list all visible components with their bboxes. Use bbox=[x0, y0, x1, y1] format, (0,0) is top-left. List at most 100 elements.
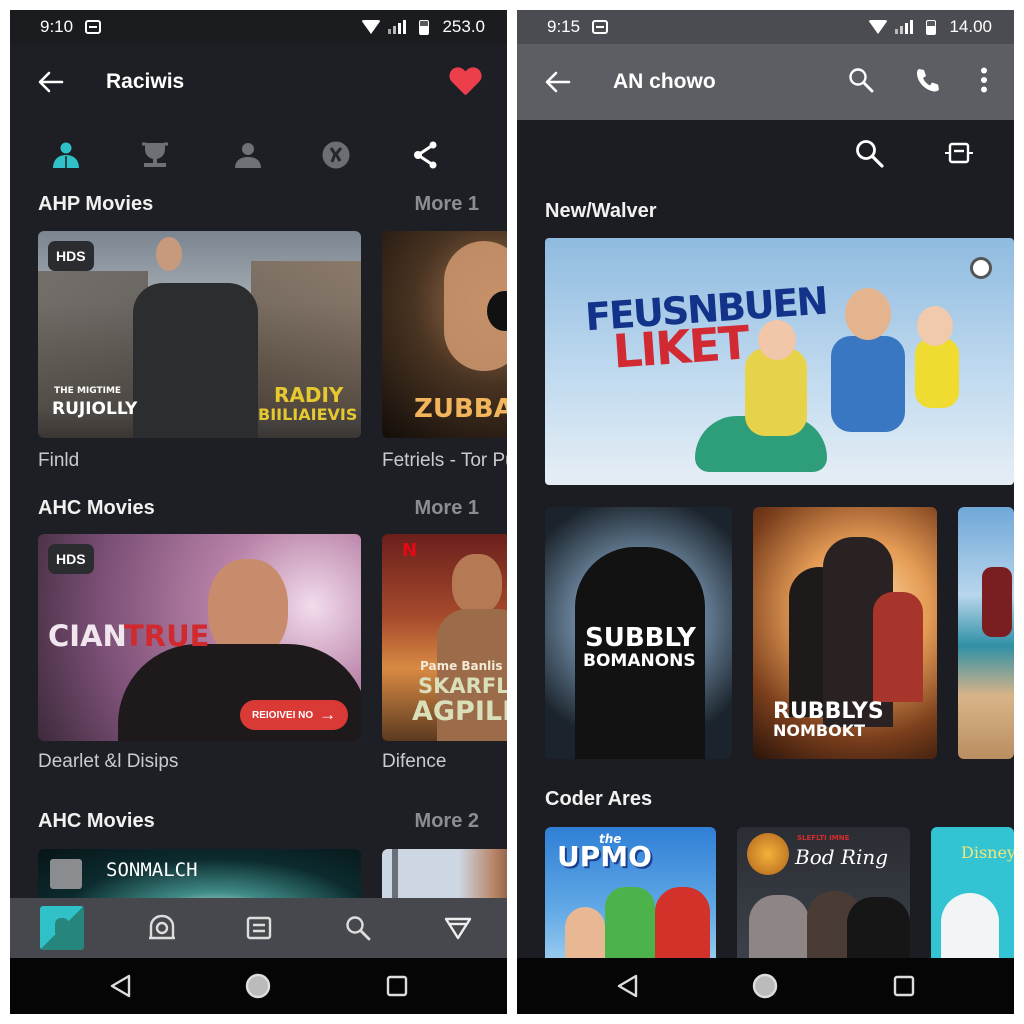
triangle-back-icon bbox=[110, 974, 131, 998]
poster-tagline: SLEFLTI IMNE bbox=[797, 834, 850, 842]
toolbar-secondary bbox=[854, 138, 974, 173]
movie-poster[interactable]: HDS THE MIGTIME RUJIOLLY RADIY BIILIAIEV… bbox=[38, 231, 361, 438]
movie-poster[interactable]: SLEFLTI IMNE Bod Ring bbox=[737, 827, 910, 967]
system-back-button[interactable] bbox=[106, 972, 134, 1000]
more-link[interactable]: More 2 bbox=[415, 810, 479, 833]
poster-figure bbox=[749, 895, 809, 967]
section-title: AHC Movies bbox=[38, 497, 155, 519]
section-header: AHC Movies More 2 bbox=[38, 810, 479, 833]
system-recents-button[interactable] bbox=[890, 972, 918, 1000]
tab-person[interactable] bbox=[231, 138, 265, 172]
status-indicators: 253.0 bbox=[361, 17, 485, 37]
poster-moon bbox=[747, 833, 789, 875]
section-header: AHP Movies More 1 bbox=[38, 193, 479, 216]
movie-poster[interactable]: ZUBBALIA bbox=[382, 231, 507, 438]
movie-poster[interactable]: HDS CIAN TRUE REIOIVEI NO → bbox=[38, 534, 361, 741]
arrow-left-icon bbox=[38, 71, 64, 93]
movie-poster[interactable] bbox=[958, 507, 1014, 759]
system-home-button[interactable] bbox=[751, 972, 779, 1000]
system-home-button[interactable] bbox=[244, 972, 272, 1000]
square-recents-icon bbox=[386, 975, 408, 997]
poster-title: BIILIAIEVIS bbox=[258, 405, 358, 424]
watch-now-button[interactable]: REIOIVEI NO → bbox=[240, 700, 348, 730]
arrow-right-icon: → bbox=[319, 705, 337, 724]
nav-camera[interactable] bbox=[142, 908, 182, 948]
banner-title: LIKET bbox=[611, 315, 750, 379]
nav-filter[interactable] bbox=[438, 908, 478, 948]
poster-title: UPMO bbox=[557, 840, 652, 873]
tab-badge[interactable] bbox=[319, 138, 353, 172]
system-recents-button[interactable] bbox=[383, 972, 411, 1000]
poster-title: TRUE bbox=[124, 619, 210, 653]
poster-title: SONMALCH bbox=[106, 859, 198, 881]
app-bar: AN chowo bbox=[517, 44, 1014, 120]
section-header: New/Walver bbox=[545, 200, 986, 223]
more-link[interactable]: More 1 bbox=[415, 497, 479, 520]
quality-badge: HDS bbox=[48, 241, 94, 271]
poster-character bbox=[941, 893, 999, 967]
wifi-icon bbox=[361, 20, 382, 34]
status-time: 9:10 bbox=[40, 17, 74, 36]
movie-poster[interactable]: N Pame Banlis SKARFLE AGPILL bbox=[382, 534, 507, 741]
poster-caption: Finld bbox=[38, 450, 80, 471]
search-button[interactable] bbox=[854, 138, 884, 173]
wifi-icon bbox=[868, 20, 889, 34]
status-value: 253.0 bbox=[442, 17, 485, 36]
filter-icon bbox=[444, 917, 472, 940]
back-button[interactable] bbox=[10, 71, 70, 93]
tab-people[interactable] bbox=[49, 138, 83, 172]
section-title: New/Walver bbox=[545, 200, 657, 222]
nav-search[interactable] bbox=[338, 908, 378, 948]
favorite-button[interactable] bbox=[449, 68, 481, 96]
quality-badge: HDS bbox=[48, 544, 94, 574]
search-button[interactable] bbox=[848, 67, 874, 98]
banner-figure-face bbox=[845, 288, 891, 340]
movie-poster[interactable]: SUBBLY BOMANONS bbox=[545, 507, 732, 759]
search-icon bbox=[856, 140, 884, 168]
signal-icon bbox=[895, 20, 914, 34]
poster-title: RUBBLYS bbox=[773, 699, 884, 724]
netflix-logo-icon: N bbox=[402, 540, 418, 561]
section-title: AHC Movies bbox=[38, 810, 155, 832]
circle-home-icon bbox=[245, 973, 271, 999]
bottom-nav bbox=[10, 898, 507, 958]
battery-icon bbox=[926, 19, 937, 35]
tab-share[interactable] bbox=[409, 138, 443, 172]
nav-list[interactable] bbox=[239, 908, 279, 948]
movie-poster[interactable]: RUBBLYS NOMBOKT bbox=[753, 507, 937, 759]
more-link[interactable]: More 1 bbox=[415, 193, 479, 216]
call-button[interactable] bbox=[914, 67, 940, 98]
poster-title: Bod Ring bbox=[795, 845, 889, 869]
system-nav-bar bbox=[517, 958, 1014, 1014]
section-header: Coder Ares bbox=[545, 788, 986, 811]
overflow-menu-button[interactable] bbox=[980, 67, 988, 98]
square-recents-icon bbox=[893, 975, 915, 997]
movie-poster[interactable]: Disney bbox=[931, 827, 1014, 967]
tab-trophy[interactable] bbox=[138, 138, 172, 172]
cast-button[interactable] bbox=[944, 142, 974, 169]
featured-banner[interactable]: FEUSNBUEN LIKET bbox=[545, 238, 1014, 485]
poster-title: Disney bbox=[961, 843, 1014, 862]
status-indicators: 14.00 bbox=[868, 17, 992, 37]
back-button[interactable] bbox=[517, 71, 577, 93]
phone-icon bbox=[917, 68, 939, 91]
poster-caption: Fetriels - Tor Pu bbox=[382, 450, 507, 471]
section-header: AHC Movies More 1 bbox=[38, 497, 479, 520]
status-time: 9:15 bbox=[547, 17, 581, 36]
poster-tagline: Pame Banlis bbox=[420, 659, 503, 673]
right-phone-screen: 9:15 14.00 AN chowo New/Walver FEUSNBUEN… bbox=[517, 10, 1014, 1014]
nav-home[interactable] bbox=[40, 906, 84, 950]
movie-poster[interactable]: the UPMO bbox=[545, 827, 716, 967]
left-phone-screen: 9:10 253.0 Raciwis AHP Movies More 1 HDS… bbox=[10, 10, 507, 1014]
section-title: AHP Movies bbox=[38, 193, 154, 215]
poster-title: ZUBBALIA bbox=[414, 394, 507, 424]
poster-title: BOMANONS bbox=[583, 651, 696, 671]
poster-figure-body bbox=[133, 283, 258, 438]
poster-figure bbox=[847, 897, 910, 967]
system-back-button[interactable] bbox=[613, 972, 641, 1000]
poster-caption: Dearlet &l Disips bbox=[38, 751, 179, 772]
system-nav-bar bbox=[10, 958, 507, 1014]
poster-title: CIAN bbox=[48, 619, 127, 653]
poster-tagline: THE MIGTIME bbox=[54, 386, 122, 396]
person-icon bbox=[235, 143, 261, 168]
